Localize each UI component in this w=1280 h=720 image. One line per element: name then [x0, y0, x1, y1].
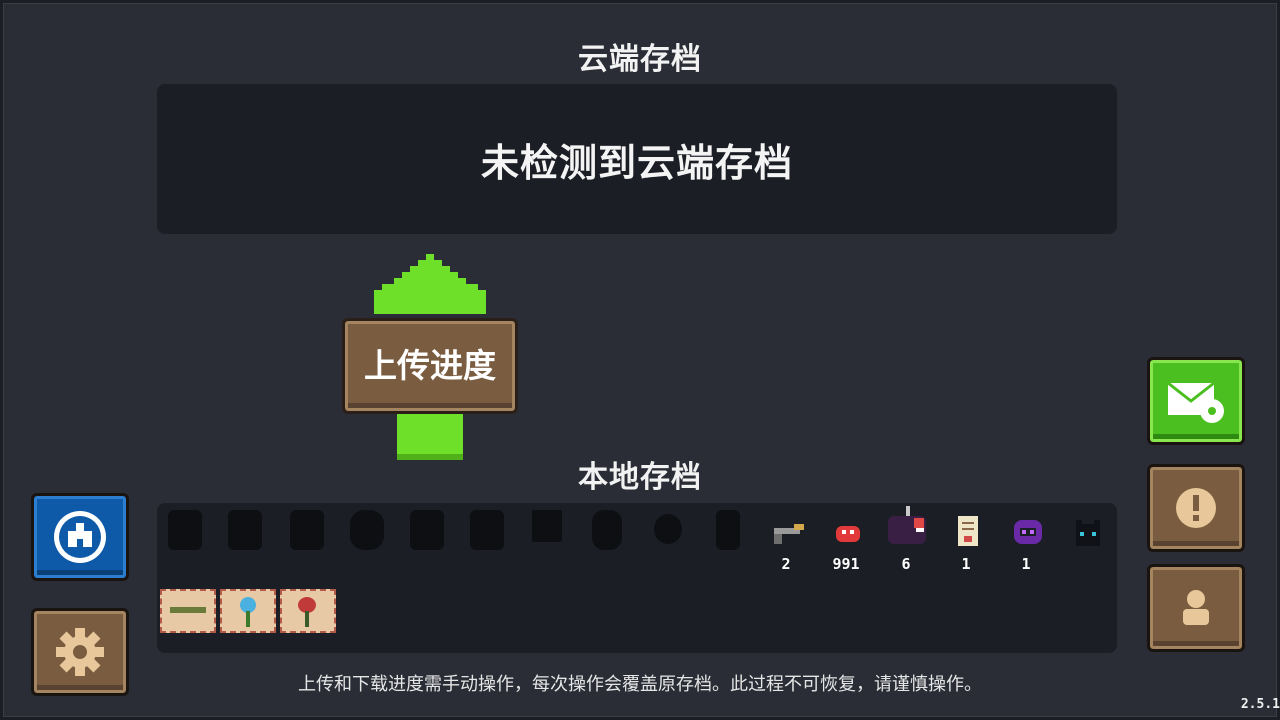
locked-character-icon [532, 510, 562, 542]
dark-boss-icon [888, 506, 926, 544]
local-save-title: 本地存档 [578, 460, 702, 495]
item-count: 6 [901, 555, 911, 573]
item-count: 2 [781, 555, 791, 573]
version-label: 2.5.1 [1240, 697, 1280, 712]
item-count: 991 [832, 555, 860, 573]
locked-character-icon [592, 510, 622, 550]
scroll-icon [958, 516, 978, 546]
castle-logo-icon [54, 511, 106, 563]
item-count: 1 [961, 555, 971, 573]
black-cat-icon [1076, 520, 1100, 546]
locked-character-icon [410, 510, 444, 550]
plant-card-icon [220, 589, 276, 633]
cloud-save-panel: 未检测到云端存档 [157, 84, 1117, 234]
pistol-icon [774, 524, 804, 544]
locked-character-icon [470, 510, 504, 550]
locked-character-icon [716, 510, 740, 550]
profile-button[interactable] [1147, 564, 1245, 652]
locked-character-icon [350, 510, 384, 550]
locked-character-icon [168, 510, 202, 550]
purple-helmet-icon [1014, 520, 1042, 544]
upload-progress-label: 上传进度 [364, 346, 496, 385]
notice-button[interactable] [1147, 464, 1245, 552]
community-button[interactable] [31, 493, 129, 581]
gun-card-icon [160, 589, 216, 633]
person-icon [1183, 590, 1209, 625]
upload-progress-button[interactable]: 上传进度 [342, 318, 518, 414]
item-count: 1 [1021, 555, 1031, 573]
locked-character-icon [228, 510, 262, 550]
flower-card-icon [280, 589, 336, 633]
mail-settings-button[interactable] [1147, 357, 1245, 445]
mail-gear-icon [1167, 381, 1224, 423]
disclaimer-text: 上传和下载进度需手动操作，每次操作会覆盖原存档。此过程不可恢复，请谨慎操作。 [298, 674, 982, 695]
exclamation-icon [1176, 488, 1216, 528]
red-slime-icon [836, 526, 860, 542]
locked-character-icon [290, 510, 324, 550]
cloud-save-message: 未检测到云端存档 [480, 140, 793, 185]
locked-character-icon [654, 514, 682, 544]
cloud-save-title: 云端存档 [578, 42, 702, 77]
